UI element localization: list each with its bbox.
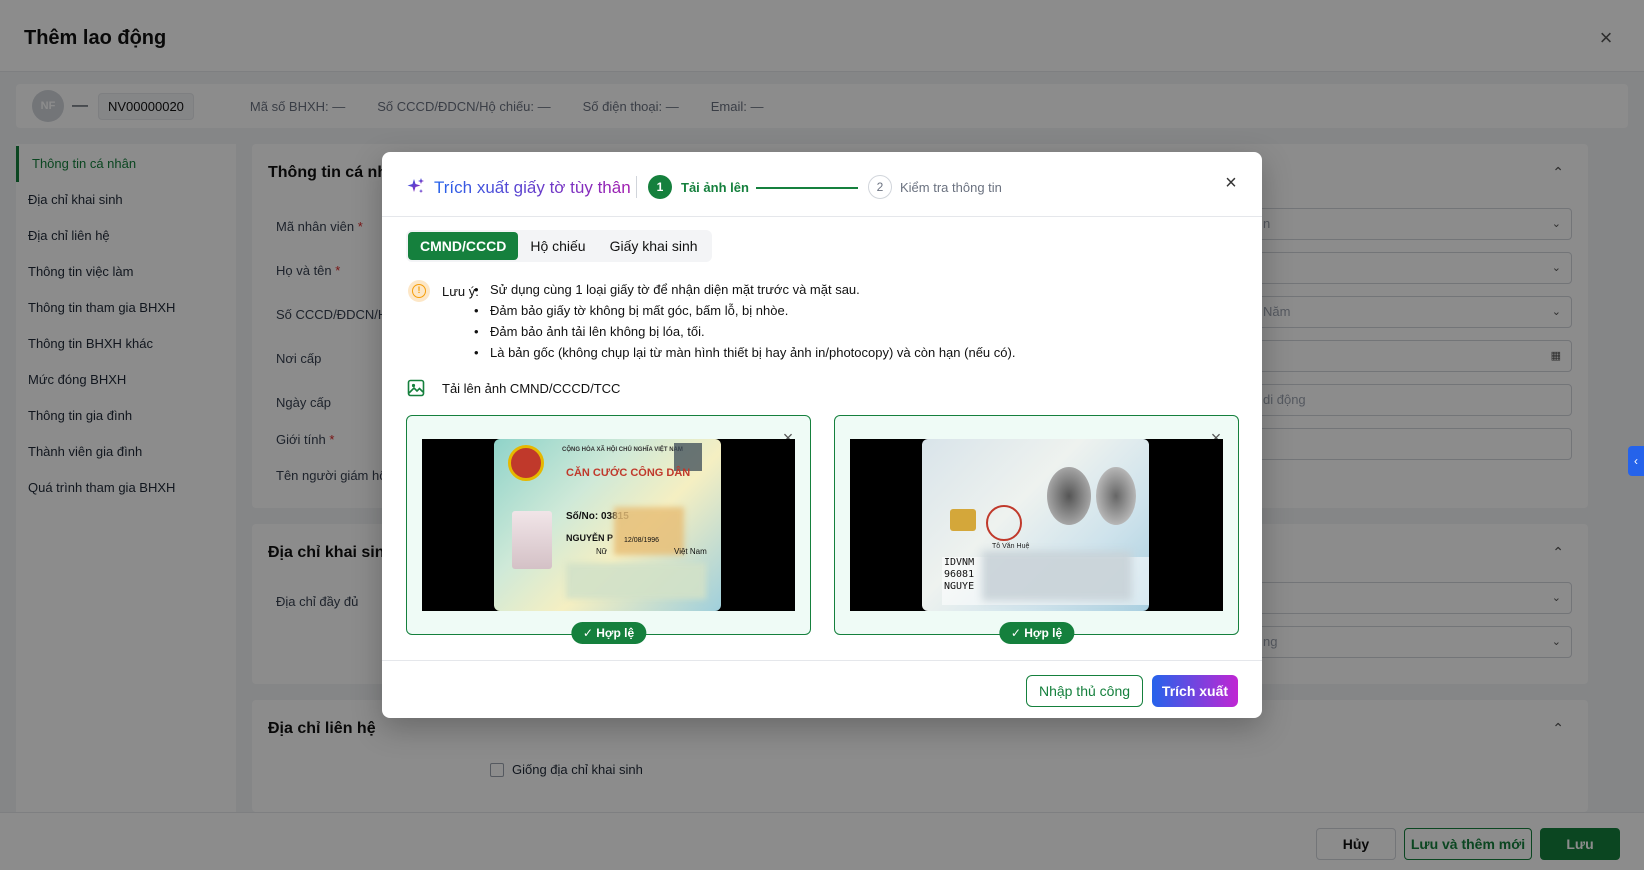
close-icon[interactable]: × <box>1220 172 1242 194</box>
id-card-front-image: CỘNG HÒA XÃ HỘI CHỦ NGHĨA VIỆT NAM CĂN C… <box>494 439 721 611</box>
tab-birth-certificate[interactable]: Giấy khai sinh <box>598 232 710 260</box>
step-2-indicator: 2 <box>868 175 892 199</box>
id-photo-front: CỘNG HÒA XÃ HỘI CHỦ NGHĨA VIỆT NAM CĂN C… <box>422 439 795 611</box>
chip-icon <box>950 509 976 531</box>
id-card-back-image: Tô Văn Huệ IDVNM 96081 NGUYE <box>922 439 1149 611</box>
upload-label: Tải lên ảnh CMND/CCCD/TCC <box>442 381 621 396</box>
blurred-region <box>566 563 706 599</box>
status-badge: ✓ Hợp lệ <box>570 622 647 644</box>
modal-title: Trích xuất giấy tờ tùy thân <box>434 178 631 197</box>
seal-icon <box>986 505 1022 541</box>
warning-icon: ! <box>408 280 430 302</box>
divider <box>636 176 637 198</box>
document-type-tabs: CMND/CCCD Hộ chiếu Giấy khai sinh <box>406 230 712 262</box>
sparkle-icon <box>407 178 424 193</box>
note-item: Đảm bảo giấy tờ không bị mất góc, bấm lỗ… <box>474 300 1015 321</box>
id-photo-back: Tô Văn Huệ IDVNM 96081 NGUYE <box>850 439 1223 611</box>
manual-entry-button[interactable]: Nhập thủ công <box>1026 675 1143 707</box>
note-item: Sử dụng cùng 1 loại giấy tờ để nhận diện… <box>474 279 1015 300</box>
portrait-photo <box>512 511 552 569</box>
tab-cmnd-cccd[interactable]: CMND/CCCD <box>408 232 519 260</box>
emblem-icon <box>508 445 544 481</box>
extract-button[interactable]: Trích xuất <box>1152 675 1238 707</box>
extract-id-modal: Trích xuất giấy tờ tùy thân 1 Tải ảnh lê… <box>382 152 1262 718</box>
blurred-region <box>982 551 1132 601</box>
note-item: Đảm bảo ảnh tải lên không bị lóa, tối. <box>474 321 1015 342</box>
upload-card-front[interactable]: × CỘNG HÒA XÃ HỘI CHỦ NGHĨA VIỆT NAM CĂN… <box>406 415 811 644</box>
fingerprint-icon <box>1047 467 1091 525</box>
step-1-indicator: 1 <box>648 175 672 199</box>
modal-header: Trích xuất giấy tờ tùy thân 1 Tải ảnh lê… <box>382 152 1262 217</box>
modal-footer: Nhập thủ công Trích xuất <box>382 660 1262 718</box>
step-1-label: Tải ảnh lên <box>681 180 749 195</box>
chevron-left-icon[interactable]: ‹ <box>1628 446 1644 476</box>
mrz-text: IDVNM 96081 NGUYE <box>944 557 975 592</box>
step-2-label: Kiểm tra thông tin <box>900 180 1002 195</box>
note-list: Sử dụng cùng 1 loại giấy tờ để nhận diện… <box>474 279 1015 363</box>
note-item: Là bản gốc (không chụp lại từ màn hình t… <box>474 342 1015 363</box>
image-icon <box>407 379 425 397</box>
status-badge: ✓ Hợp lệ <box>998 622 1075 644</box>
tab-passport[interactable]: Hộ chiếu <box>518 232 597 260</box>
upload-card-back[interactable]: × Tô Văn Huệ IDVNM 96081 NGUYE ✓ Hợp lệ <box>834 415 1239 644</box>
fingerprint-icon <box>1096 467 1136 525</box>
step-connector <box>756 187 858 189</box>
